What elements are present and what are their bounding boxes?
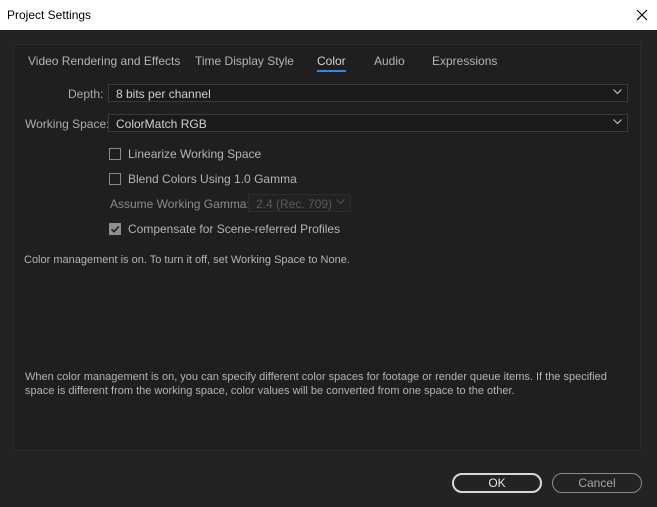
tab-expressions[interactable]: Expressions <box>432 54 497 68</box>
info-text: When color management is on, you can spe… <box>25 371 607 397</box>
gamma-label: Assume Working Gamma: <box>110 197 250 211</box>
depth-dropdown[interactable]: 8 bits per channel <box>108 84 628 102</box>
ok-button[interactable]: OK <box>452 473 542 493</box>
depth-label: Depth: <box>68 87 104 101</box>
check-icon <box>110 225 120 233</box>
working-space-value: ColorMatch RGB <box>116 117 207 131</box>
compensate-checkbox[interactable] <box>109 223 121 235</box>
gamma-dropdown[interactable]: 2.4 (Rec. 709) <box>248 194 351 212</box>
tab-bar: Video Rendering and Effects Time Display… <box>14 45 640 75</box>
window-title: Project Settings <box>7 8 92 22</box>
settings-panel: Video Rendering and Effects Time Display… <box>13 44 641 451</box>
chevron-down-icon <box>613 119 622 125</box>
close-button[interactable] <box>627 0 657 30</box>
status-text: Color management is on. To turn it off, … <box>24 254 350 266</box>
tab-time-display[interactable]: Time Display Style <box>195 54 294 68</box>
chevron-down-icon <box>613 89 622 95</box>
close-icon <box>636 9 648 21</box>
blend-colors-label: Blend Colors Using 1.0 Gamma <box>128 172 297 186</box>
gamma-value: 2.4 (Rec. 709) <box>256 197 333 211</box>
blend-colors-checkbox[interactable] <box>109 173 121 185</box>
working-space-label: Working Space: <box>25 117 110 131</box>
tab-color[interactable]: Color <box>317 54 346 72</box>
tab-audio[interactable]: Audio <box>374 54 405 68</box>
title-bar: Project Settings <box>0 0 657 30</box>
depth-value: 8 bits per channel <box>116 87 211 101</box>
tab-video-rendering[interactable]: Video Rendering and Effects <box>28 54 180 68</box>
linearize-checkbox[interactable] <box>109 148 121 160</box>
cancel-button[interactable]: Cancel <box>552 473 642 493</box>
compensate-label: Compensate for Scene-referred Profiles <box>128 222 341 236</box>
chevron-down-icon <box>336 199 345 205</box>
working-space-dropdown[interactable]: ColorMatch RGB <box>108 114 628 132</box>
linearize-label: Linearize Working Space <box>128 147 262 161</box>
